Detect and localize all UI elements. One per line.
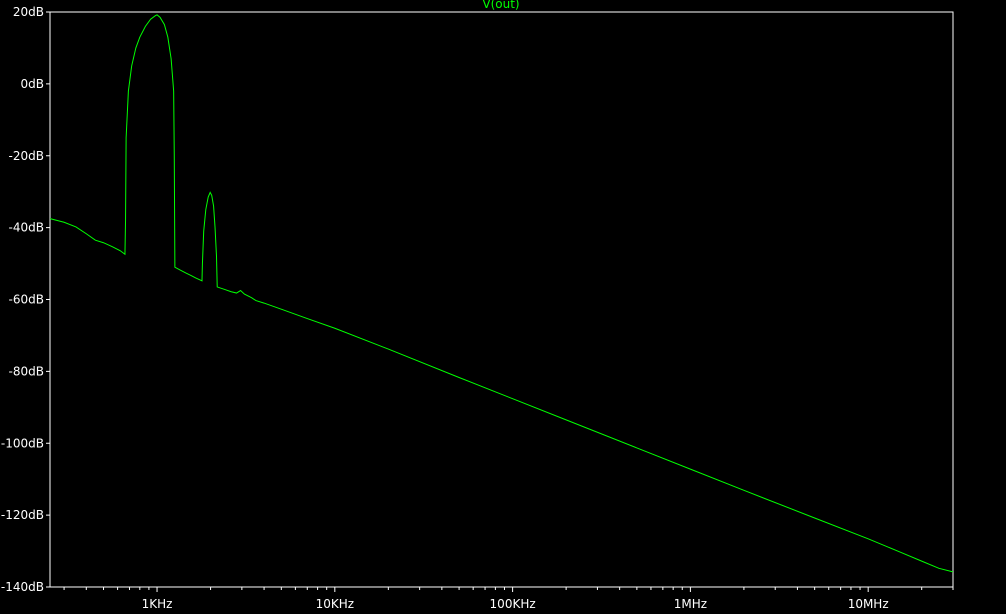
y-tick-label: 20dB	[13, 5, 44, 19]
plot-background	[0, 0, 1006, 614]
y-tick-label: -80dB	[9, 364, 44, 378]
x-tick-label: 1KHz	[142, 597, 173, 611]
y-tick-label: -100dB	[1, 436, 44, 450]
bode-plot: V(out) 20dB 0dB -20dB -40dB -60dB -80dB -100dB…	[0, 0, 1006, 614]
y-tick-label: -140dB	[1, 580, 44, 594]
x-tick-label: 10MHz	[848, 597, 889, 611]
y-tick-label: -60dB	[9, 293, 44, 307]
trace-title[interactable]: V(out)	[482, 0, 519, 11]
y-tick-label: -120dB	[1, 508, 44, 522]
y-tick-label: -40dB	[9, 221, 44, 235]
x-tick-label: 1MHz	[674, 597, 707, 611]
y-tick-label: -20dB	[9, 149, 44, 163]
y-tick-label: 0dB	[21, 77, 44, 91]
x-tick-label: 10KHz	[316, 597, 354, 611]
x-tick-label: 100KHz	[490, 597, 536, 611]
